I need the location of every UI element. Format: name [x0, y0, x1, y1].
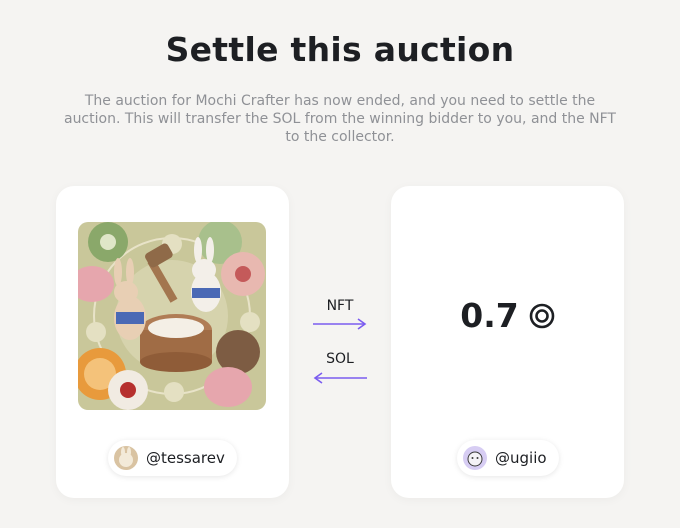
bidder-avatar — [463, 446, 487, 470]
seller-avatar — [114, 446, 138, 470]
page-title: Settle this auction — [165, 30, 515, 69]
arrow-left-icon — [313, 372, 367, 384]
seller-username: @tessarev — [146, 449, 225, 467]
nft-artwork-image — [78, 222, 266, 410]
settle-auction-page: Settle this auction The auction for Moch… — [0, 0, 680, 528]
bidder-username: @ugiio — [495, 449, 547, 467]
nft-transfer-label: NFT — [326, 298, 354, 314]
bid-amount-row: 0.7 — [391, 296, 624, 335]
bid-card: 0.7 @ugiio — [391, 186, 624, 498]
bid-amount: 0.7 — [460, 296, 519, 335]
bidder-profile-pill[interactable]: @ugiio — [457, 440, 559, 476]
sol-transfer-label: SOL — [326, 351, 354, 367]
seller-profile-pill[interactable]: @tessarev — [108, 440, 237, 476]
sol-icon — [529, 303, 555, 328]
page-description: The auction for Mochi Crafter has now en… — [63, 93, 616, 145]
arrow-right-icon — [313, 318, 367, 330]
nft-card: @tessarev — [56, 186, 289, 498]
